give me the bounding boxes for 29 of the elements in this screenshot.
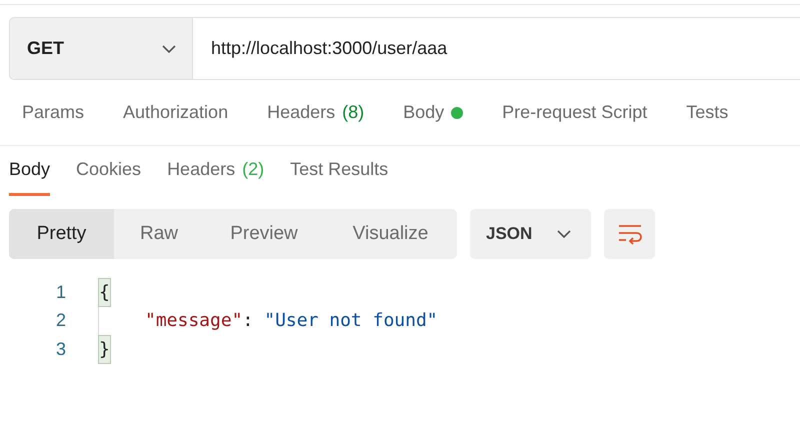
response-tab[interactable]: Headers (2) xyxy=(167,146,264,196)
request-tab[interactable]: Headers (8) xyxy=(267,99,364,126)
url-field[interactable]: http://localhost:3000/user/aaa xyxy=(193,17,800,80)
wrap-lines-icon xyxy=(616,223,642,245)
view-mode-tab[interactable]: Visualize xyxy=(324,209,457,259)
json-string: "User not found" xyxy=(264,309,438,334)
response-tab[interactable]: Cookies xyxy=(76,146,142,196)
response-tab[interactable]: Test Results xyxy=(290,146,388,196)
json-brace: } xyxy=(98,334,111,364)
view-mode-tab[interactable]: Preview xyxy=(204,209,324,259)
request-tab[interactable]: Body xyxy=(403,99,464,126)
line-number: 1 xyxy=(54,280,66,304)
json-brace: { xyxy=(98,278,111,307)
request-tab[interactable]: Pre-request Script xyxy=(502,99,648,126)
wrap-button[interactable] xyxy=(604,209,655,259)
method-dropdown[interactable]: GET xyxy=(9,17,193,80)
chevron-down-icon xyxy=(557,230,571,238)
response-tab[interactable]: Body xyxy=(9,146,50,196)
view-mode-tab[interactable]: Raw xyxy=(114,209,204,259)
request-tab[interactable]: Tests xyxy=(686,99,728,126)
format-dropdown[interactable]: JSON xyxy=(470,209,591,259)
view-mode-tab[interactable]: Pretty xyxy=(9,209,114,259)
request-tab[interactable]: Authorization xyxy=(123,99,228,126)
json-key: "message" xyxy=(145,307,243,334)
line-number: 2 xyxy=(54,309,66,332)
chevron-down-icon xyxy=(162,44,176,52)
request-tab[interactable]: Params xyxy=(22,99,84,126)
json-colon: : xyxy=(242,309,254,334)
line-number: 3 xyxy=(54,338,66,361)
